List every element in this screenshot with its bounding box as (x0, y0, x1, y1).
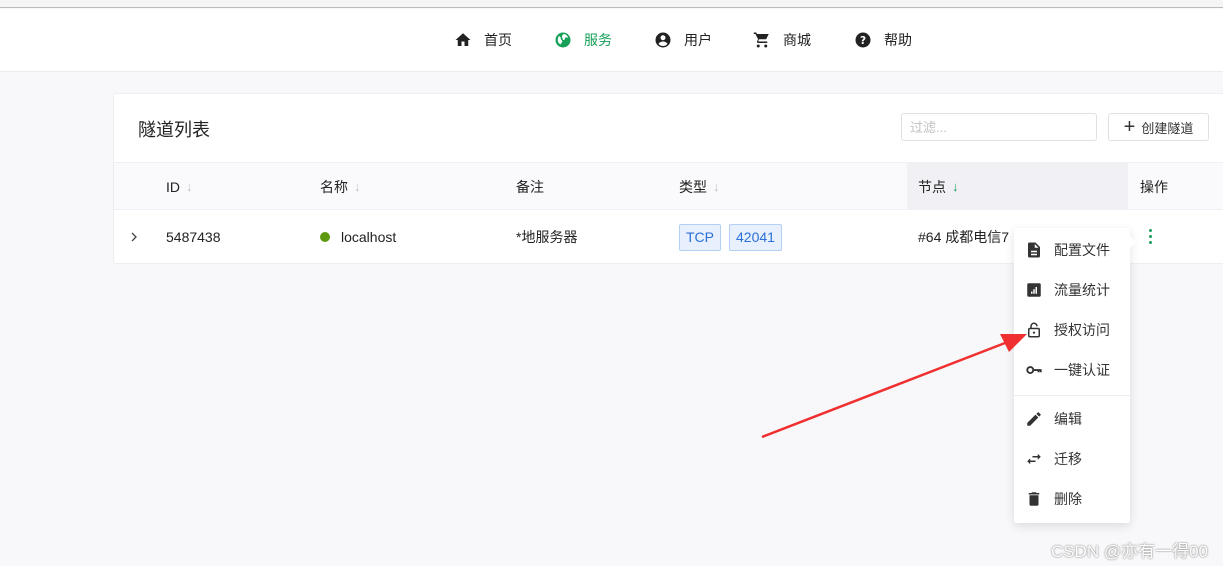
nav-help[interactable]: ? 帮助 (854, 9, 912, 71)
browser-edge (0, 0, 1223, 8)
page-title: 隧道列表 (138, 120, 210, 140)
column-node[interactable]: 节点 ↓ (907, 163, 1128, 210)
nav-store-label: 商城 (783, 32, 811, 48)
nav-services-label: 服务 (584, 32, 612, 48)
column-id[interactable]: ID ↓ (166, 163, 193, 210)
table-header: ID ↓ 名称 ↓ 备注 类型 ↓ 节点 ↓ 操作 (114, 162, 1223, 210)
menu-item-one-click-auth[interactable]: 一键认证 (1014, 352, 1130, 388)
cart-icon (753, 32, 769, 48)
menu-label: 配置文件 (1054, 242, 1110, 258)
menu-item-authorized-access[interactable]: 授权访问 (1014, 312, 1130, 348)
column-note: 备注 (516, 163, 544, 210)
account-circle-icon (655, 32, 671, 48)
port-tag: 42041 (729, 223, 782, 251)
cell-note: *地服务器 (516, 229, 578, 245)
chart-box-icon (1027, 283, 1041, 297)
menu-label: 迁移 (1054, 451, 1082, 467)
status-dot (320, 232, 330, 242)
swap-horizontal-icon (1027, 453, 1041, 465)
file-document-icon (1028, 242, 1040, 258)
column-note-label: 备注 (516, 178, 544, 195)
column-type-label: 类型 (679, 178, 707, 195)
watermark: CSDN @亦有一得00 (1050, 542, 1208, 561)
help-circle-icon: ? (855, 32, 871, 48)
nav-home-label: 首页 (484, 32, 512, 48)
column-node-label: 节点 (918, 178, 946, 195)
tunnel-name: localhost (341, 229, 397, 245)
filter-input[interactable] (901, 113, 1097, 141)
sort-arrow-icon: ↓ (186, 179, 193, 194)
column-actions: 操作 (1140, 163, 1168, 210)
nav-home[interactable]: 首页 (454, 9, 512, 71)
nav-services[interactable]: 服务 (554, 9, 612, 71)
nav-help-label: 帮助 (884, 32, 912, 48)
plus-icon: + (1123, 116, 1136, 138)
menu-divider (1014, 395, 1130, 396)
menu-label: 一键认证 (1054, 362, 1110, 378)
globe-icon (555, 32, 571, 48)
menu-item-config-file[interactable]: 配置文件 (1014, 232, 1130, 268)
menu-label: 授权访问 (1054, 322, 1110, 338)
sort-arrow-icon: ↓ (354, 179, 361, 194)
key-icon (1026, 366, 1042, 374)
pencil-icon (1027, 412, 1041, 426)
column-actions-label: 操作 (1140, 178, 1168, 195)
sort-arrow-icon: ↓ (713, 179, 720, 194)
menu-item-delete[interactable]: 删除 (1014, 481, 1130, 517)
trash-icon (1028, 492, 1040, 506)
svg-text:?: ? (860, 35, 866, 47)
context-menu: 配置文件 流量统计 授权访问 一键认证 编辑 迁移 删除 (1014, 228, 1136, 523)
menu-label: 删除 (1054, 491, 1082, 507)
menu-item-traffic-stats[interactable]: 流量统计 (1014, 272, 1130, 308)
column-name[interactable]: 名称 ↓ (320, 163, 361, 210)
menu-label: 流量统计 (1054, 282, 1110, 298)
create-tunnel-label: 创建隧道 (1141, 120, 1194, 136)
menu-label: 编辑 (1054, 411, 1082, 427)
menu-item-edit[interactable]: 编辑 (1014, 401, 1130, 437)
column-type[interactable]: 类型 ↓ (679, 163, 720, 210)
protocol-tag: TCP (679, 223, 721, 251)
create-tunnel-button[interactable]: + 创建隧道 (1108, 113, 1209, 141)
cell-name: localhost (320, 211, 396, 263)
column-name-label: 名称 (320, 178, 348, 195)
nav-users-label: 用户 (684, 32, 712, 48)
cell-type: TCP 42041 (679, 211, 790, 263)
more-actions-icon[interactable] (1147, 229, 1153, 244)
column-id-label: ID (166, 178, 180, 195)
home-icon (455, 33, 471, 46)
cell-id: 5487438 (166, 229, 221, 245)
expand-chevron-icon[interactable] (128, 211, 140, 263)
sort-arrow-icon: ↓ (952, 179, 959, 194)
nav-users[interactable]: 用户 (654, 9, 712, 71)
top-nav: 首页 服务 用户 商城 ? 帮助 (0, 9, 1223, 72)
cell-node: #64 成都电信7 (918, 229, 1010, 245)
menu-item-migrate[interactable]: 迁移 (1014, 441, 1130, 477)
nav-store[interactable]: 商城 (753, 9, 811, 71)
lock-open-icon (1028, 322, 1040, 338)
